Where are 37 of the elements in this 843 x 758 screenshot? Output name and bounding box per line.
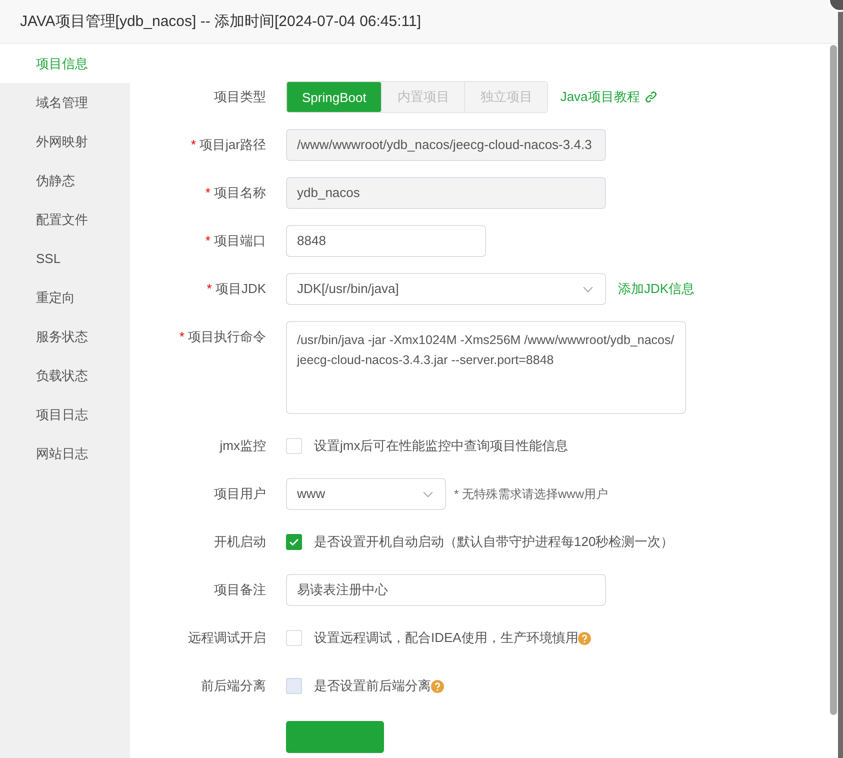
sidebar-item[interactable]: 网站日志 (0, 434, 130, 473)
checkbox[interactable] (286, 534, 302, 550)
field-label: * 项目执行命令 (178, 328, 266, 346)
field-label: * 项目JDK (206, 280, 266, 298)
scrollbar[interactable] (830, 45, 837, 715)
sidebar-item[interactable]: 重定向 (0, 278, 130, 317)
command-field[interactable]: /usr/bin/java -jar -Xmx1024M -Xms256M /www/wwwroot/ydb_nacos/jeecg-cloud-nacos-3.4.3.jar --server.port=8848 (286, 321, 686, 414)
sidebar-item[interactable]: 负载状态 (0, 356, 130, 395)
field-label: 项目备注 (213, 581, 266, 599)
hint-text: * 无特殊需求请选择www用户 (454, 486, 608, 502)
field-label: jmx监控 (218, 437, 266, 455)
field-label: 开机启动 (213, 533, 266, 551)
field-label: 项目用户 (213, 485, 266, 503)
window-title: JAVA项目管理[ydb_nacos] -- 添加时间[2024-07-04 06:45:11] (20, 12, 422, 31)
field-label: * 项目jar路径 (190, 136, 266, 154)
field-label: * 项目名称 (204, 184, 266, 202)
sidebar-item[interactable]: 域名管理 (0, 83, 130, 122)
action-button[interactable] (286, 720, 384, 752)
sidebar-item[interactable]: 外网映射 (0, 122, 130, 161)
checkbox-label: 设置jmx后可在性能监控中查询项目性能信息 (314, 437, 568, 455)
field-label: 前后端分离 (200, 677, 266, 695)
field-label: 项目类型 (213, 88, 266, 106)
field-label: 远程调试开启 (187, 629, 266, 647)
select-field[interactable]: www (286, 478, 446, 510)
field-label: * 项目端口 (204, 232, 266, 250)
sidebar-item[interactable]: 项目日志 (0, 395, 130, 434)
checkbox-label: 是否设置开机自动启动（默认自带守护进程每120秒检测一次） (314, 533, 674, 551)
sidebar-item[interactable]: 伪静态 (0, 161, 130, 200)
link-icon (644, 90, 658, 104)
sidebar-item[interactable]: 配置文件 (0, 200, 130, 239)
checkbox-label: 设置远程调试，配合IDEA使用，生产环境慎用 (314, 629, 578, 647)
sidebar-item[interactable]: 服务状态 (0, 317, 130, 356)
select-field[interactable]: JDK[/usr/bin/java] (286, 273, 606, 305)
sidebar-item[interactable]: SSL (0, 239, 130, 278)
input-field[interactable]: 易读表注册中心 (286, 574, 606, 606)
checkbox-label: 是否设置前后端分离 (314, 677, 431, 695)
input-field[interactable]: 8848 (286, 225, 486, 257)
